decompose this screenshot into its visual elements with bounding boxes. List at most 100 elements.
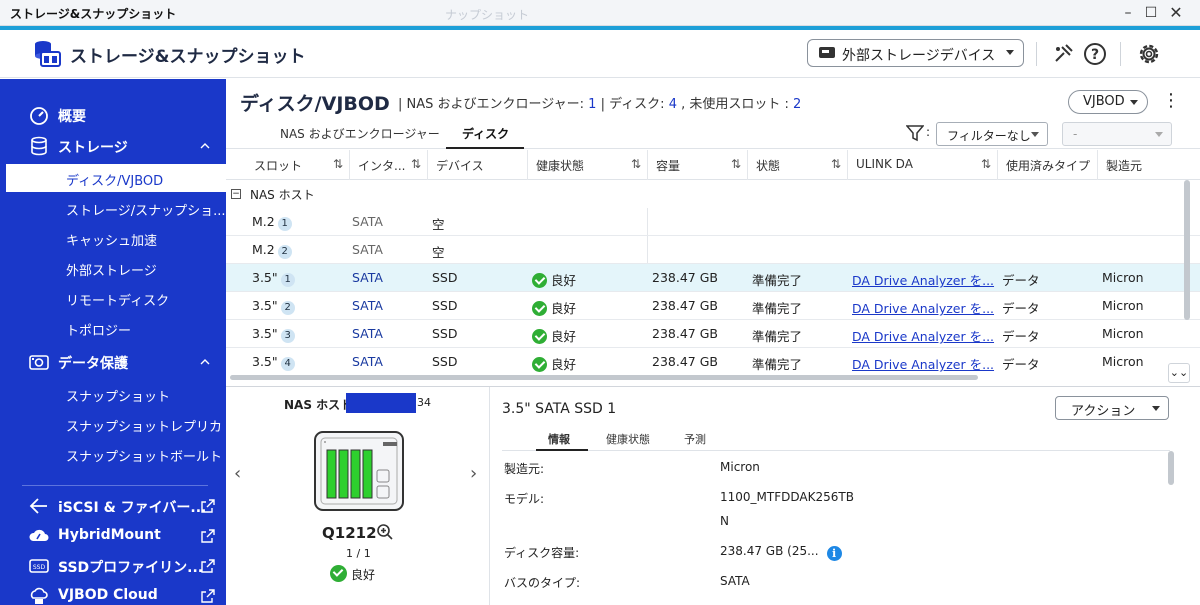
expand-collapse-button[interactable]: ⌄⌄ [1168,363,1190,383]
filter-select[interactable]: フィルターなし [936,122,1048,146]
column-vendor[interactable]: 製造元 [1098,150,1188,180]
sidebar-item-hybridmount[interactable]: HybridMount [0,522,226,550]
sidebar-item-label: 概要 [58,109,86,125]
vendor-cell: Micron [1102,326,1144,341]
external-link-icon[interactable] [200,558,216,574]
sort-icon[interactable]: ⇅ [631,157,641,171]
column-ulink-da[interactable]: ULINK DA ⇅ [848,150,998,180]
ulink-da-link[interactable]: DA Drive Analyzer を... [852,270,994,289]
dashboard-icon [30,107,48,125]
slot-type: M.2 [252,242,275,257]
device-cell: SSD [432,270,458,285]
column-usage-type[interactable]: 使用済みタイプ [998,150,1098,180]
tab-nas-enclosure[interactable]: NAS およびエンクロージャー [280,125,440,142]
sidebar-sub-disk-vjbod[interactable]: ディスク/VJBOD [6,164,226,192]
chevron-left-icon[interactable]: ‹ [234,463,241,484]
filter-secondary-select[interactable]: - [1062,122,1172,146]
slot-type: 3.5" [252,270,278,285]
chevron-up-icon[interactable] [200,141,210,151]
close-button[interactable]: ✕ [1166,3,1186,23]
status-cell: 準備完了 [752,273,803,288]
vjbod-dropdown[interactable]: VJBOD [1068,90,1148,114]
capacity-cell: 238.47 GB [652,354,718,369]
table-row[interactable]: 3.5" 4 SATA SSD 良好 238.47 GB 準備完了 DA Driv… [226,348,1200,376]
action-label: アクション [1071,404,1136,419]
sort-icon[interactable]: ⇅ [981,157,991,171]
sidebar-item-label: iSCSI & ファイバー... [58,500,207,516]
sidebar-sub-cache[interactable]: キャッシュ加速 [6,224,226,252]
gear-icon[interactable] [1136,41,1162,67]
sidebar-item-vjbod-cloud[interactable]: VJBOD Cloud [0,582,226,605]
sidebar-item-label: データ保護 [58,356,128,372]
sidebar-sub-storage-snapshot[interactable]: ストレージ/スナップショ... [6,194,226,222]
action-dropdown[interactable]: アクション [1055,396,1169,420]
minimize-button[interactable]: – [1118,3,1138,23]
sidebar-item-ssd-profiling[interactable]: SSD SSDプロファイリン... [0,552,226,580]
sidebar-item-data-protection[interactable]: データ保護 [0,348,226,376]
column-status[interactable]: 状態 ⇅ [748,150,848,180]
maximize-button[interactable]: ☐ [1141,3,1161,23]
sidebar-sub-snapshot-vault[interactable]: スナップショットボールト [6,440,226,468]
sort-icon[interactable]: ⇅ [411,157,421,171]
status-cell: 準備完了 [752,357,803,372]
column-health[interactable]: 健康状態 ⇅ [528,150,648,180]
sidebar-sub-label: スナップショットボールト [66,450,223,465]
external-link-icon[interactable] [200,498,216,514]
nas-device-image[interactable] [313,430,405,514]
sidebar-sub-remote-disk[interactable]: リモートディスク [6,284,226,312]
horizontal-scrollbar[interactable] [230,375,978,380]
column-device[interactable]: デバイス [428,150,528,180]
table-row[interactable]: M.2 2 SATA 空 [226,236,1200,264]
sidebar-sub-snapshot-replica[interactable]: スナップショットレプリカ [6,410,226,438]
detail-scrollbar[interactable] [1168,451,1174,485]
vertical-scrollbar[interactable] [1184,180,1190,320]
slot-number: 1 [280,273,295,287]
capacity-cell: 238.47 GB [652,298,718,313]
column-capacity[interactable]: 容量 ⇅ [648,150,748,180]
slot-cell: 3.5" 1 [252,270,295,287]
table-row[interactable]: 3.5" 2 SATA SSD 良好 238.47 GB 準備完了 DA Driv… [226,292,1200,320]
sidebar-item-iscsi[interactable]: iSCSI & ファイバー... [0,492,226,520]
tab-info[interactable]: 情報 [548,431,570,447]
status-cell: 準備完了 [752,329,803,344]
device-cell: 空 [432,245,445,260]
column-interface[interactable]: インタ... ⇅ [350,150,428,180]
tab-health[interactable]: 健康状態 [606,431,650,447]
column-slot[interactable]: スロット ⇅ [246,150,350,180]
table-row[interactable]: 3.5" 3 SATA SSD 良好 238.47 GB 準備完了 DA Driv… [226,320,1200,348]
sidebar-item-storage[interactable]: ストレージ [0,132,226,160]
more-options-icon[interactable]: ⋮ [1162,91,1180,113]
health-text: 良好 [551,357,577,372]
sidebar-item-label: HybridMount [58,527,161,543]
collapse-toggle[interactable]: − [231,189,241,199]
table-row[interactable]: 3.5" 1 SATA SSD 良好 238.47 GB 準備完了 DA Driv… [226,264,1200,292]
sidebar-sub-label: リモートディスク [66,294,170,309]
external-link-icon[interactable] [200,528,216,544]
sidebar-sub-topology[interactable]: トポロジー [6,314,226,342]
zoom-icon[interactable] [376,523,394,541]
ulink-da-link[interactable]: DA Drive Analyzer を... [852,326,994,345]
tab-disk[interactable]: ディスク [462,125,509,142]
external-device-dropdown[interactable]: 外部ストレージデバイス [807,39,1024,67]
filter-icon[interactable] [906,124,924,142]
group-row-nas-host[interactable]: − NAS ホスト [226,180,1200,208]
table-row[interactable]: M.2 1 SATA 空 [226,208,1200,236]
sidebar-sub-snapshot[interactable]: スナップショット [6,380,226,408]
status-cell: 準備完了 [752,301,803,316]
capacity-cell: 238.47 GB [652,326,718,341]
info-icon[interactable]: i [826,546,842,561]
help-icon[interactable]: ? [1082,41,1108,67]
sort-icon[interactable]: ⇅ [731,157,741,171]
chevron-right-icon[interactable]: › [470,463,477,484]
health-cell: 良好 [532,270,576,289]
debug-icon[interactable] [1050,41,1076,67]
ulink-da-link[interactable]: DA Drive Analyzer を... [852,354,994,373]
tab-prediction[interactable]: 予測 [684,431,706,447]
sort-icon[interactable]: ⇅ [333,157,343,171]
sidebar-sub-external-storage[interactable]: 外部ストレージ [6,254,226,282]
chevron-up-icon[interactable] [200,357,210,367]
sort-icon[interactable]: ⇅ [831,157,841,171]
external-link-icon[interactable] [200,588,216,604]
ulink-da-link[interactable]: DA Drive Analyzer を... [852,298,994,317]
sidebar-item-overview[interactable]: 概要 [0,101,226,129]
